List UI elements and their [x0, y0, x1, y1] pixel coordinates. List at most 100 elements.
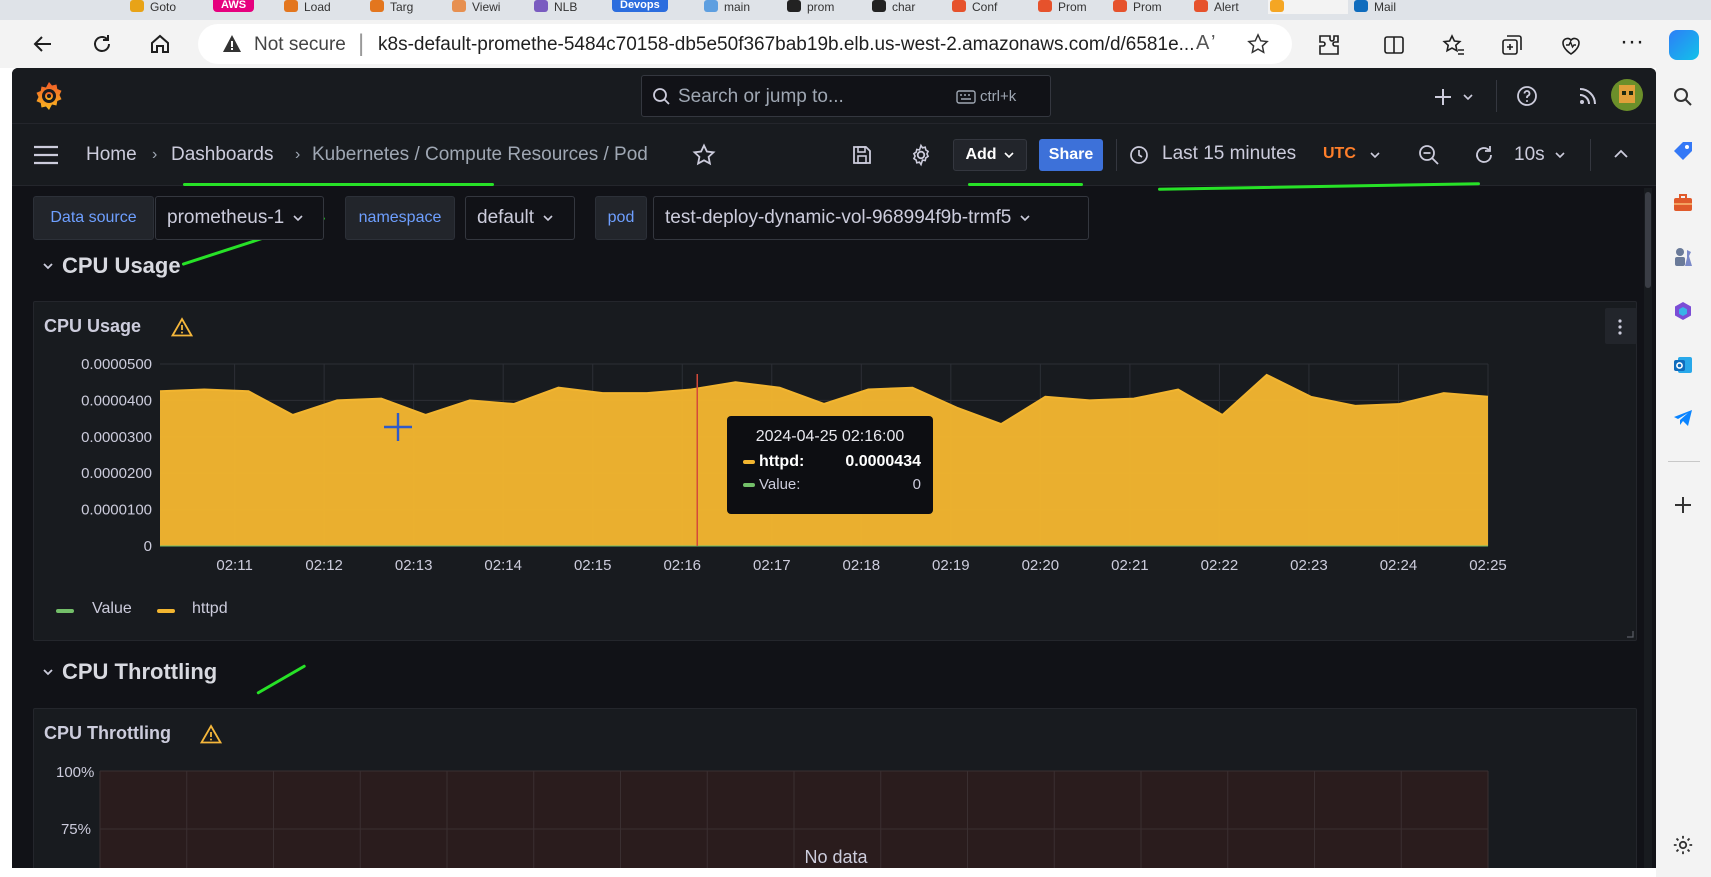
favorite-star-icon[interactable] — [1247, 33, 1269, 55]
add-icon[interactable] — [1670, 492, 1696, 518]
browser-tab[interactable]: Prom — [1036, 0, 1112, 14]
variable-label-text: pod — [607, 209, 635, 226]
namespace-select[interactable]: default — [465, 196, 575, 240]
toolbar-divider — [1116, 139, 1117, 171]
search-input[interactable]: Search or jump to... ctrl+k — [641, 75, 1051, 117]
split-screen-icon[interactable] — [1382, 33, 1406, 57]
refresh-button[interactable] — [87, 29, 117, 59]
browser-tab[interactable]: Viewi — [450, 0, 526, 14]
chevron-down-icon[interactable] — [1462, 92, 1474, 102]
refresh-dashboard-icon[interactable] — [1472, 143, 1496, 167]
user-avatar[interactable] — [1611, 79, 1643, 111]
chevron-down-icon — [293, 215, 303, 222]
row-toggle-cpu-usage[interactable]: CPU Usage — [42, 251, 222, 281]
shopping-tag-icon[interactable] — [1670, 138, 1696, 164]
tab-favicon-icon — [130, 0, 144, 12]
tab-favicon-icon — [1270, 0, 1284, 12]
tab-favicon-icon — [1194, 0, 1208, 12]
tools-briefcase-icon[interactable] — [1670, 190, 1696, 216]
zoom-out-icon[interactable] — [1418, 144, 1440, 166]
tab-title: char — [892, 0, 916, 14]
browser-tab[interactable]: Alert — [1192, 0, 1268, 14]
browser-tab[interactable] — [1268, 0, 1348, 14]
tooltip-time: 2024-04-25 02:16:00 — [755, 428, 905, 445]
browser-tab[interactable]: char — [870, 0, 946, 14]
home-button[interactable] — [145, 29, 175, 59]
annotation-underline — [183, 183, 494, 186]
x-axis-tick-label: 02:25 — [1469, 557, 1507, 574]
chevron-up-icon[interactable] — [1613, 148, 1629, 160]
share-button[interactable]: Share — [1039, 139, 1103, 171]
tab-favicon-icon — [452, 0, 466, 12]
settings-gear-icon[interactable] — [1670, 832, 1696, 858]
datasource-select[interactable]: prometheus-1 — [155, 196, 324, 240]
row-toggle-cpu-throttling[interactable]: CPU Throttling — [42, 657, 242, 687]
tab-favicon-icon — [872, 0, 886, 12]
browser-tab[interactable]: Goto — [128, 0, 204, 14]
refresh-interval-picker[interactable]: 10s — [1508, 136, 1578, 174]
row-title: CPU Usage — [62, 253, 181, 278]
variable-label-text: namespace — [358, 209, 442, 226]
favorites-icon[interactable] — [1442, 33, 1466, 57]
home-icon — [151, 34, 169, 53]
games-chess-icon[interactable] — [1670, 244, 1696, 270]
browser-tab[interactable]: Targ — [368, 0, 444, 14]
outlook-icon[interactable] — [1670, 352, 1696, 378]
browser-tab[interactable]: Load — [282, 0, 358, 14]
send-telegram-icon[interactable] — [1670, 405, 1696, 431]
tab-favicon-icon — [1113, 0, 1127, 12]
time-range-picker[interactable]: Last 15 minutes UTC — [1129, 136, 1399, 174]
chevron-down-icon — [1020, 215, 1030, 222]
legend-label-value[interactable]: Value — [92, 600, 132, 618]
variable-label-pod: pod — [595, 196, 647, 240]
refresh-icon — [94, 35, 110, 52]
pod-select[interactable]: test-deploy-dynamic-vol-968994f9b-trmf5 — [653, 196, 1089, 240]
grafana-logo-icon[interactable] — [32, 79, 66, 113]
star-icon[interactable] — [692, 143, 716, 167]
browser-sidebar — [1656, 68, 1711, 877]
breadcrumb-dashboards[interactable]: Dashboards — [171, 144, 273, 166]
settings-gear-icon[interactable] — [909, 143, 933, 167]
read-aloud-icon[interactable]: A ’ — [1196, 32, 1215, 55]
microsoft-365-icon[interactable] — [1670, 298, 1696, 324]
browser-tab[interactable]: main — [702, 0, 778, 14]
address-bar[interactable]: Not secure | k8s-default-promethe-5484c7… — [198, 24, 1292, 64]
new-plus-icon[interactable] — [1432, 86, 1454, 108]
add-button[interactable]: Add — [953, 139, 1027, 171]
breadcrumb-home[interactable]: Home — [86, 144, 137, 166]
scrollbar-thumb[interactable] — [1645, 192, 1651, 288]
url-text[interactable]: k8s-default-promethe-5484c70158-db5e50f3… — [378, 34, 1198, 56]
scrollbar-track[interactable] — [1644, 188, 1652, 868]
extensions-icon[interactable] — [1317, 33, 1341, 57]
legend-label-httpd[interactable]: httpd — [192, 600, 228, 618]
save-icon[interactable] — [851, 144, 873, 166]
search-icon[interactable] — [1670, 84, 1696, 110]
browser-tab[interactable]: Devops — [612, 0, 668, 12]
menu-icon[interactable] — [33, 144, 59, 166]
browser-tab[interactable]: Prom — [1111, 0, 1187, 14]
collections-icon[interactable] — [1500, 33, 1524, 57]
browser-tab[interactable]: AWS — [213, 0, 255, 12]
chart-tooltip: 2024-04-25 02:16:00 httpd: 0.0000434 Val… — [727, 416, 933, 514]
browser-essentials-icon[interactable] — [1559, 33, 1583, 57]
browser-tab[interactable]: Mail — [1352, 0, 1428, 14]
tab-favicon-icon — [534, 0, 548, 12]
browser-tab[interactable]: prom — [785, 0, 861, 14]
copilot-icon[interactable] — [1669, 30, 1699, 60]
resize-handle-icon[interactable] — [1626, 630, 1634, 638]
browser-tab[interactable]: Conf — [950, 0, 1026, 14]
back-button[interactable] — [28, 29, 58, 59]
search-shortcut: ctrl+k — [980, 88, 1017, 105]
sidebar-divider — [1668, 461, 1700, 462]
x-axis-tick-label: 02:15 — [574, 557, 612, 574]
x-axis-tick-label: 02:21 — [1111, 557, 1149, 574]
more-options-icon[interactable]: ··· — [1620, 28, 1644, 56]
tab-title: prom — [807, 0, 835, 14]
help-icon[interactable] — [1515, 84, 1539, 108]
security-label[interactable]: Not secure — [254, 34, 346, 56]
browser-tab[interactable]: NLB — [532, 0, 608, 14]
tooltip-series-value: 0.0000434 — [845, 453, 921, 470]
legend-swatch-value — [56, 609, 74, 613]
cpu-throttling-chart[interactable] — [34, 709, 1638, 868]
news-rss-icon[interactable] — [1577, 85, 1599, 107]
